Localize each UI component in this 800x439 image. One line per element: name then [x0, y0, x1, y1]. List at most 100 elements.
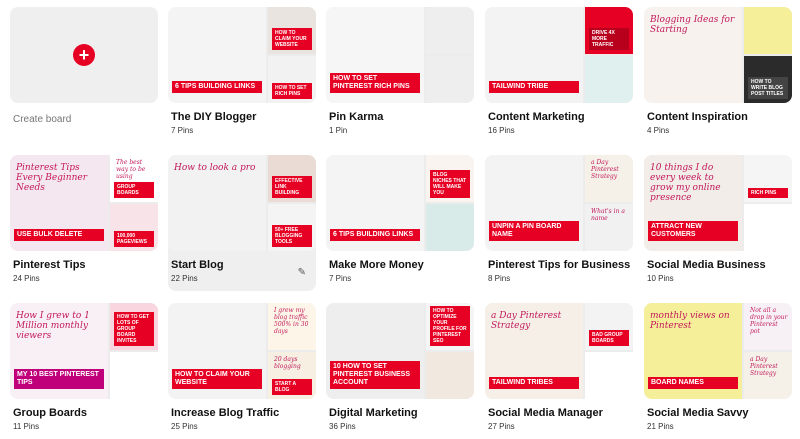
board-card[interactable]: How to look a pro EFFECTIVE LINK BUILDING…	[168, 155, 316, 291]
pin-headline-band: HOW TO SET PINTEREST RICH PINS	[330, 73, 420, 93]
board-cover[interactable]: How I grew to 1 Million monthly viewers M…	[10, 303, 158, 399]
pin-headline-band: RICH PINS	[748, 188, 788, 198]
pin-thumbnail: HOW TO OPTIMIZE YOUR PROFILE FOR PINTERE…	[426, 303, 474, 350]
pin-script-text: What's in a name	[591, 208, 625, 222]
pin-headline-band: USE BULK DELETE	[14, 229, 104, 241]
pin-headline-band: 6 TIPS BUILDING LINKS	[172, 81, 262, 93]
board-card[interactable]: monthly views on Pinterest BOARD NAMES Not…	[644, 303, 792, 439]
pin-headline-band: BAD GROUP BOARDS	[589, 330, 629, 346]
board-title: The DIY Blogger	[171, 111, 257, 123]
board-cover[interactable]: TAILWIND TRIBE DRIVE 4X MORE TRAFFIC	[485, 7, 633, 103]
pin-headline-band: GROUP BOARDS	[114, 182, 154, 198]
pin-script-text: 10 things I do every week to grow my onl…	[650, 163, 721, 203]
board-card[interactable]: UNPIN A PIN BOARD NAME a Day Pinterest St…	[485, 155, 633, 291]
board-pin-count: 22 Pins	[171, 274, 198, 283]
pin-thumbnail: Pinterest Tips Every Beginner Needs USE B…	[10, 155, 108, 251]
board-card[interactable]: Blogging Ideas for Starting HOW TO WRITE …	[644, 7, 792, 143]
pin-thumbnail: UNPIN A PIN BOARD NAME	[485, 155, 583, 251]
pin-script-text: monthly views on Pinterest	[650, 311, 730, 331]
pin-thumbnail: The best way to be using GROUP BOARDS	[110, 155, 158, 202]
pin-headline-band: 50+ FREE BLOGGING TOOLS	[272, 225, 312, 247]
pin-thumbnail: monthly views on Pinterest BOARD NAMES	[644, 303, 742, 399]
pin-thumbnail	[426, 204, 474, 251]
board-card[interactable]: 10 HOW TO SET PINTEREST BUSINESS ACCOUNT…	[326, 303, 474, 439]
pin-thumbnail: How I grew to 1 Million monthly viewers M…	[10, 303, 108, 399]
plus-icon[interactable]: +	[73, 44, 95, 66]
board-pin-count: 21 Pins	[647, 422, 674, 431]
pin-script-text: How to look a pro	[174, 163, 256, 173]
pin-thumbnail: HOW TO WRITE BLOG POST TITLES	[744, 56, 792, 103]
pin-headline-band: BOARD NAMES	[648, 377, 738, 389]
board-cover[interactable]: a Day Pinterest Strategy TAILWIND TRIBES B…	[485, 303, 633, 399]
board-title: Make More Money	[329, 259, 424, 271]
pin-thumbnail	[426, 352, 474, 399]
pin-thumbnail: Blogging Ideas for Starting	[644, 7, 742, 103]
board-cover[interactable]: monthly views on Pinterest BOARD NAMES Not…	[644, 303, 792, 399]
pin-thumbnail: RICH PINS	[744, 155, 792, 202]
board-pin-count: 11 Pins	[13, 422, 40, 431]
pin-thumbnail: 10 HOW TO SET PINTEREST BUSINESS ACCOUNT	[326, 303, 424, 399]
board-card[interactable]: HOW TO SET PINTEREST RICH PINS Pin Karma 1…	[326, 7, 474, 143]
pin-script-text: The best way to be using	[116, 159, 146, 180]
board-cover[interactable]: 10 HOW TO SET PINTEREST BUSINESS ACCOUNT…	[326, 303, 474, 399]
board-card[interactable]: Pinterest Tips Every Beginner Needs USE B…	[10, 155, 158, 291]
pin-thumbnail: 6 TIPS BUILDING LINKS	[168, 7, 266, 103]
board-card[interactable]: TAILWIND TRIBE DRIVE 4X MORE TRAFFIC Conte…	[485, 7, 633, 143]
pin-thumbnail	[585, 56, 633, 103]
board-title: Pinterest Tips	[13, 259, 86, 271]
board-card[interactable]: How I grew to 1 Million monthly viewers M…	[10, 303, 158, 439]
pin-thumbnail: I grew my blog traffic 500% in 30 days	[268, 303, 316, 350]
pin-headline-band: DRIVE 4X MORE TRAFFIC	[589, 28, 629, 50]
pin-headline-band: 6 TIPS BUILDING LINKS	[330, 229, 420, 241]
board-pin-count: 24 Pins	[13, 274, 40, 283]
pin-headline-band: 100,000 PAGEVIEWS	[114, 231, 154, 247]
pin-script-text: Not all a drop in your Pinterest pot	[750, 307, 788, 335]
pin-thumbnail: EFFECTIVE LINK BUILDING	[268, 155, 316, 202]
pin-thumbnail: HOW TO SET PINTEREST RICH PINS	[326, 7, 424, 103]
pin-thumbnail: HOW TO SET RICH PINS	[268, 56, 316, 103]
board-card[interactable]: a Day Pinterest Strategy TAILWIND TRIBES B…	[485, 303, 633, 439]
board-cover[interactable]: Blogging Ideas for Starting HOW TO WRITE …	[644, 7, 792, 103]
edit-pencil-icon[interactable]: ✎	[298, 267, 306, 278]
pin-thumbnail: a Day Pinterest Strategy	[585, 155, 633, 202]
pin-headline-band: START A BLOG	[272, 379, 312, 395]
create-board-cover[interactable]: +	[10, 7, 158, 103]
pin-thumbnail: a Day Pinterest Strategy	[744, 352, 792, 399]
pin-thumbnail	[744, 7, 792, 54]
board-cover[interactable]: 6 TIPS BUILDING LINKS HOW TO CLAIM YOUR W…	[168, 7, 316, 103]
board-cover[interactable]: 10 things I do every week to grow my onl…	[644, 155, 792, 251]
board-title: Increase Blog Traffic	[171, 407, 280, 419]
pin-thumbnail	[426, 7, 474, 54]
pin-thumbnail: a Day Pinterest Strategy TAILWIND TRIBES	[485, 303, 583, 399]
pin-headline-band: TAILWIND TRIBES	[489, 377, 579, 389]
pin-thumbnail	[744, 204, 792, 251]
board-cover[interactable]: HOW TO SET PINTEREST RICH PINS	[326, 7, 474, 103]
pin-headline-band: HOW TO CLAIM YOUR WEBSITE	[272, 28, 312, 50]
board-cover[interactable]: Pinterest Tips Every Beginner Needs USE B…	[10, 155, 158, 251]
board-cover[interactable]: UNPIN A PIN BOARD NAME a Day Pinterest St…	[485, 155, 633, 251]
board-card[interactable]: 6 TIPS BUILDING LINKS BLOG NICHES THAT WI…	[326, 155, 474, 291]
pin-thumbnail	[110, 352, 158, 399]
pin-thumbnail	[426, 56, 474, 103]
pin-headline-band: MY 10 BEST PINTEREST TIPS	[14, 369, 104, 389]
pin-thumbnail: DRIVE 4X MORE TRAFFIC	[585, 7, 633, 54]
pin-thumbnail: 50+ FREE BLOGGING TOOLS	[268, 204, 316, 251]
board-cover[interactable]: How to look a pro EFFECTIVE LINK BUILDING…	[168, 155, 316, 251]
pin-thumbnail: HOW TO CLAIM YOUR WEBSITE	[168, 303, 266, 399]
board-title: Social Media Manager	[488, 407, 603, 419]
pin-thumbnail: 6 TIPS BUILDING LINKS	[326, 155, 424, 251]
board-cover[interactable]: 6 TIPS BUILDING LINKS BLOG NICHES THAT WI…	[326, 155, 474, 251]
board-pin-count: 8 Pins	[488, 274, 511, 283]
pin-script-text: Pinterest Tips Every Beginner Needs	[16, 163, 88, 193]
board-card[interactable]: 10 things I do every week to grow my onl…	[644, 155, 792, 291]
board-cover[interactable]: HOW TO CLAIM YOUR WEBSITE I grew my blog …	[168, 303, 316, 399]
board-card[interactable]: 6 TIPS BUILDING LINKS HOW TO CLAIM YOUR W…	[168, 7, 316, 143]
pin-thumbnail: How to look a pro	[168, 155, 266, 251]
pin-script-text: 20 days blogging	[274, 356, 301, 370]
board-card[interactable]: HOW TO CLAIM YOUR WEBSITE I grew my blog …	[168, 303, 316, 439]
create-board-label: Create board	[13, 114, 72, 125]
board-pin-count: 1 Pin	[329, 126, 348, 135]
board-title: Social Media Savvy	[647, 407, 749, 419]
pin-thumbnail: 10 things I do every week to grow my onl…	[644, 155, 742, 251]
create-board-card[interactable]: + Create board	[10, 7, 158, 147]
